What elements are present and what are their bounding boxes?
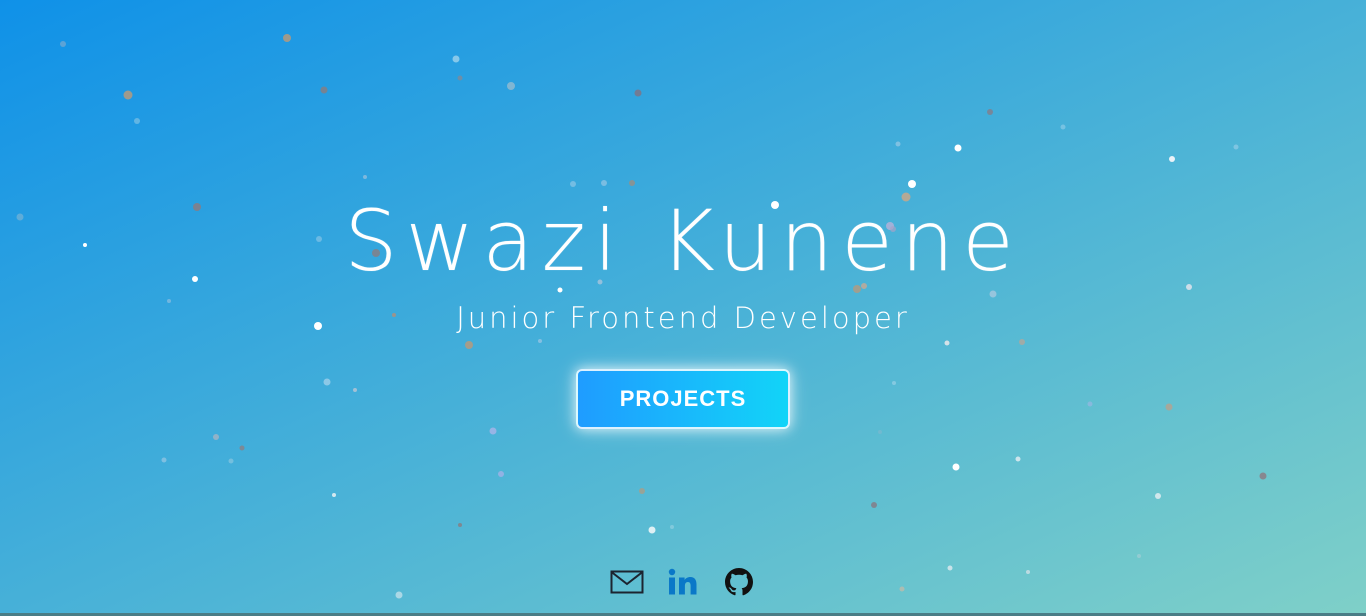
github-icon (725, 568, 753, 596)
particle-dot (489, 427, 497, 435)
particle-dot (458, 523, 462, 527)
particle-dot (895, 141, 901, 147)
particle-dot (363, 175, 367, 179)
particle-dot (161, 457, 167, 463)
particle-dot (1019, 339, 1025, 345)
particle-dot (498, 471, 504, 477)
developer-name: Swazi Kunene (344, 192, 1022, 290)
particle-dot (353, 388, 357, 392)
particle-dot (320, 86, 328, 94)
particle-dot (323, 378, 331, 386)
particle-dot (648, 526, 656, 534)
github-link[interactable] (722, 564, 756, 600)
particle-dot (1060, 124, 1066, 130)
particle-dot (239, 445, 245, 451)
particle-dot (228, 458, 234, 464)
particle-dot (1233, 144, 1239, 150)
particle-dot (954, 144, 962, 152)
particle-dot (944, 340, 950, 346)
particle-dot (507, 82, 515, 90)
email-link[interactable] (608, 564, 646, 600)
linkedin-icon (668, 568, 697, 595)
particle-dot (1015, 456, 1021, 462)
particle-dot (332, 493, 336, 497)
particle-dot (60, 41, 66, 47)
particle-dot (1169, 156, 1175, 162)
particle-dot (639, 488, 645, 494)
particle-dot (1137, 554, 1141, 558)
linkedin-link[interactable] (664, 564, 702, 600)
particle-dot (457, 75, 463, 81)
particle-dot (952, 463, 960, 471)
particle-dot (899, 586, 905, 592)
particle-dot (987, 109, 993, 115)
particle-dot (1165, 403, 1173, 411)
projects-button[interactable]: PROJECTS (576, 369, 790, 429)
particle-dot (538, 339, 542, 343)
particle-dot (395, 591, 403, 599)
particle-dot (947, 565, 953, 571)
particle-dot (465, 341, 473, 349)
particle-dot (134, 118, 140, 124)
developer-role: Junior Frontend Developer (456, 301, 910, 335)
particle-dot (892, 381, 896, 385)
particle-dot (452, 55, 460, 63)
particle-dot (871, 502, 877, 508)
hero-section: Swazi Kunene Junior Frontend Developer P… (0, 0, 1366, 616)
particle-dot (213, 434, 219, 440)
particle-dot (1087, 401, 1093, 407)
particle-dot (878, 430, 882, 434)
particle-dot (1259, 472, 1267, 480)
particle-dot (670, 525, 674, 529)
particle-dot (1026, 570, 1030, 574)
particle-dot (634, 89, 642, 97)
particle-dot (283, 34, 291, 42)
particle-dot (123, 90, 133, 100)
mail-icon (610, 570, 644, 594)
particle-dot (1155, 493, 1161, 499)
